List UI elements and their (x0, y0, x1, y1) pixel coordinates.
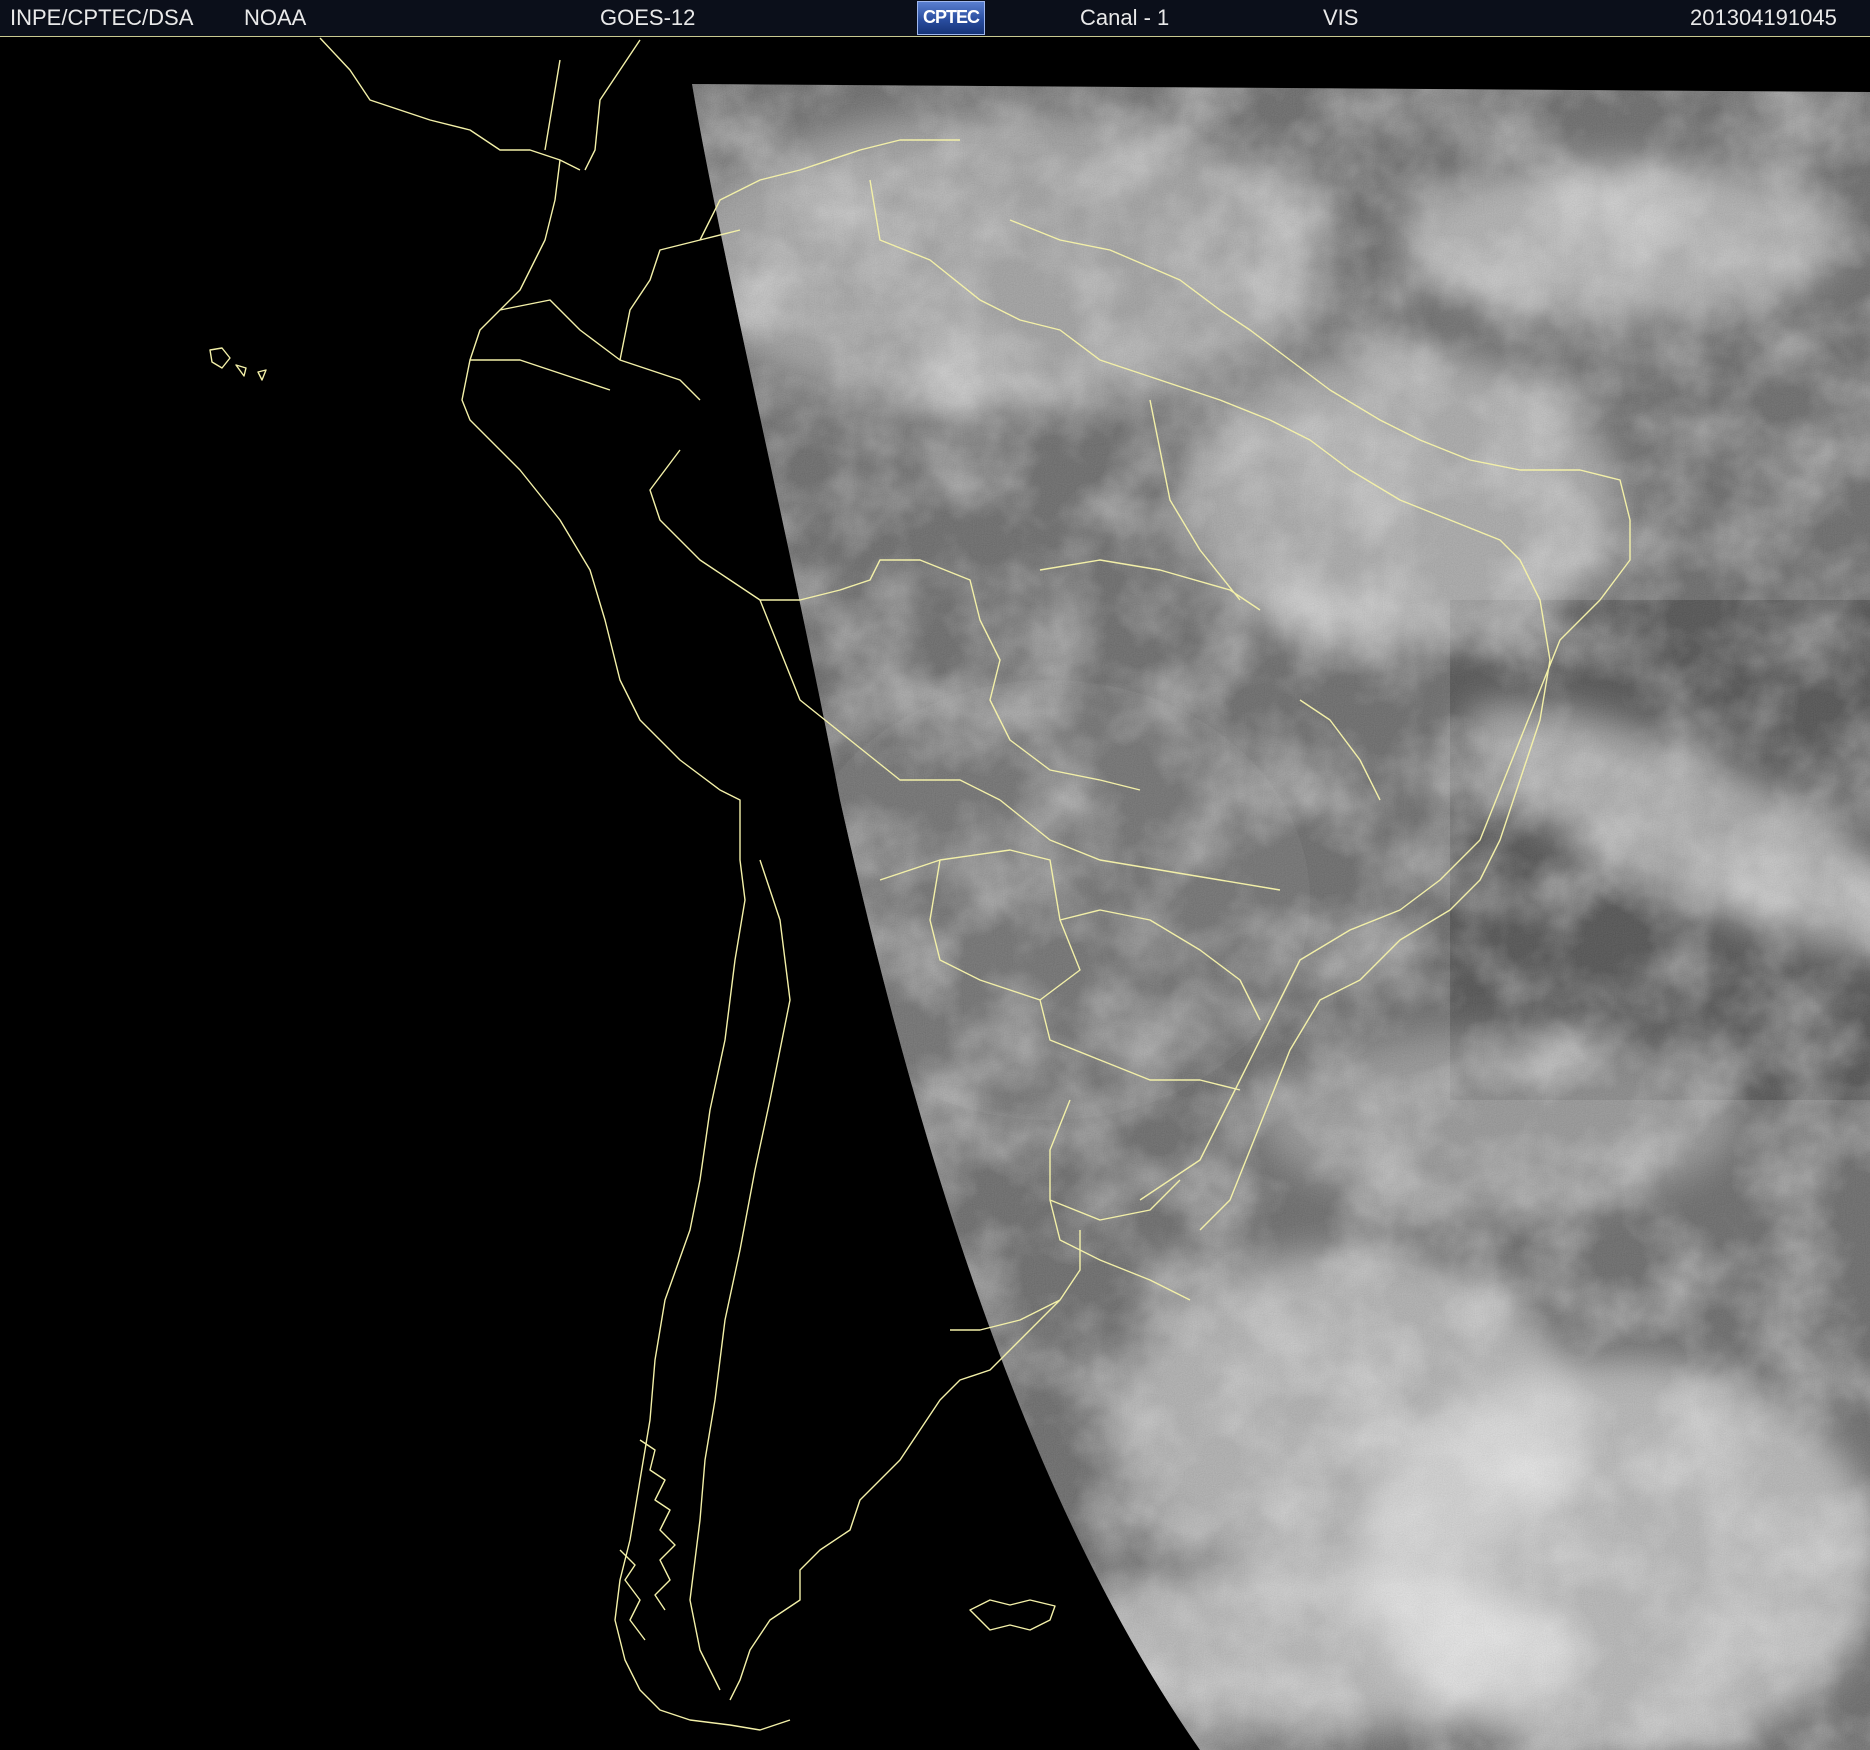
chile-fjords (619, 1439, 676, 1641)
central-america-coast (319, 37, 641, 171)
west-coast (461, 159, 791, 1731)
channel-label: Canal - 1 (1080, 5, 1170, 30)
falkland-islands (969, 1599, 1056, 1631)
satellite-label: GOES-12 (600, 5, 696, 30)
map-svg (209, 37, 1870, 1750)
agency-label: NOAA (244, 5, 307, 30)
andes-border (689, 859, 791, 1691)
timestamp-label: 201304191045 (1690, 5, 1837, 30)
band-label: VIS (1323, 5, 1359, 30)
header-bar: INPE/CPTEC/DSA NOAA GOES-12 CPTEC Canal … (0, 0, 1870, 37)
galapagos-islands (209, 347, 267, 381)
source-label: INPE/CPTEC/DSA (10, 5, 194, 30)
imagery-layer (692, 84, 1870, 1750)
cptec-logo: CPTEC (917, 1, 985, 35)
satellite-map (0, 37, 1870, 1750)
